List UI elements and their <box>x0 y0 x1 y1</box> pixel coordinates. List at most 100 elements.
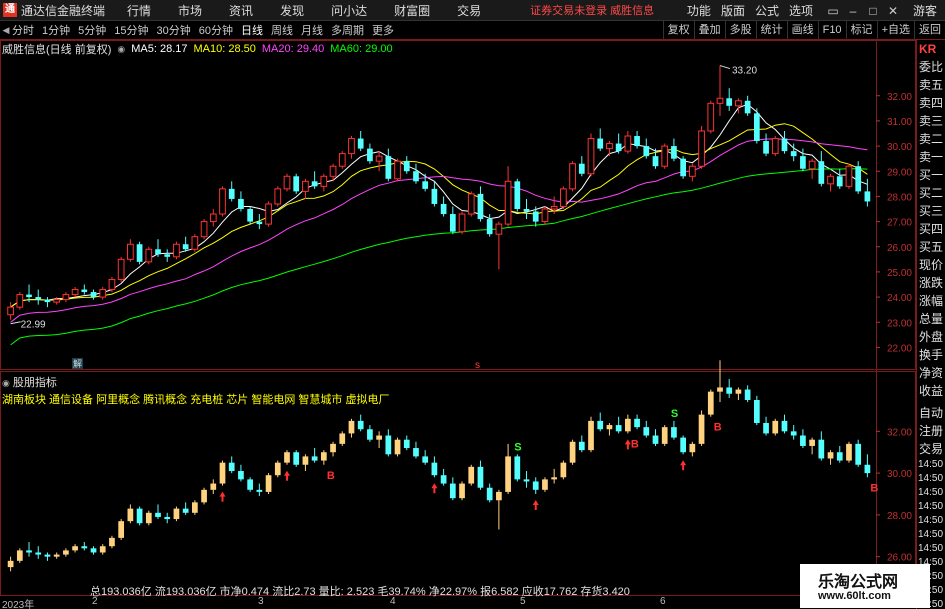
multi-stock-button[interactable]: 多股 <box>724 21 756 40</box>
y-tick-label: 26.00 <box>887 243 912 254</box>
panel-turnover: 换手 <box>919 348 944 362</box>
period-daily[interactable]: 日线 <box>241 22 263 38</box>
menu-item-market[interactable]: 市场 <box>178 2 202 19</box>
candle-body-up <box>375 155 383 162</box>
menu-item-assistant[interactable]: 问小达 <box>331 2 367 19</box>
indicator-title[interactable]: 股朋指标 <box>13 377 57 389</box>
minimize-icon[interactable]: – <box>843 4 863 18</box>
title-bar: 通 通达信金融终端 行情 市场 资讯 发现 问小达 财富圈 交易 证券交易未登录… <box>0 0 945 21</box>
back-button[interactable]: 返回 <box>914 21 945 40</box>
sub-candle-up <box>274 462 281 476</box>
draw-line-button[interactable]: 画线 <box>786 21 818 40</box>
panel-change: 涨跌 <box>919 276 944 290</box>
menu-item-quotes[interactable]: 行情 <box>127 2 151 19</box>
stats-button[interactable]: 统计 <box>755 21 787 40</box>
period-monthly[interactable]: 月线 <box>301 22 323 38</box>
candle-body-up <box>624 135 632 152</box>
candle-body-up <box>467 193 475 215</box>
candle-body-up <box>707 102 715 132</box>
candle-body-down <box>413 171 419 182</box>
period-30min[interactable]: 30分钟 <box>157 22 191 38</box>
restore-window-icon[interactable]: ▭ <box>823 4 843 18</box>
mark-button[interactable]: 标记 <box>845 21 877 40</box>
panel-auto[interactable]: 自动 <box>917 404 945 422</box>
guest-login[interactable]: 游客 <box>913 2 937 19</box>
menu-item-news[interactable]: 资讯 <box>229 2 253 19</box>
candle-body-up <box>53 299 61 303</box>
candle-body-down <box>367 148 373 162</box>
panel-trade[interactable]: 交易 <box>917 440 945 458</box>
candle-body-down <box>477 193 484 220</box>
unlock-marker: 解 <box>73 358 82 369</box>
app-logo-icon: 通 <box>3 3 17 17</box>
watermark-url: www.60lt.com <box>818 590 891 602</box>
candle-body-down <box>514 181 521 209</box>
period-more[interactable]: 更多 <box>372 22 394 38</box>
tick-time: 14:50 <box>918 501 944 512</box>
panel-change-pct: 涨幅 <box>919 294 944 308</box>
period-multi[interactable]: 多周期 <box>331 22 364 38</box>
close-icon[interactable]: ✕ <box>883 4 903 18</box>
menu-item-discover[interactable]: 发现 <box>280 2 304 19</box>
sub-candle-down <box>413 448 419 457</box>
candle-body-up <box>117 258 125 280</box>
date-label-mar: 3 <box>258 596 264 607</box>
overlay-button[interactable]: 叠加 <box>693 21 725 40</box>
period-5min[interactable]: 5分钟 <box>78 22 106 38</box>
sub-candle-down <box>726 387 733 394</box>
buy-arrow-icon <box>219 491 226 502</box>
panel-earnings: 收益 <box>919 384 944 398</box>
menu-item-formula[interactable]: 公式 <box>755 2 779 19</box>
indicator-toggle-icon[interactable]: ◉ <box>2 378 10 388</box>
sub-candle-down <box>164 516 171 520</box>
candle-body-down <box>403 161 410 172</box>
period-weekly[interactable]: 周线 <box>271 22 293 38</box>
candle-body-up <box>808 160 816 170</box>
date-label-apr: 4 <box>390 596 396 607</box>
menu-item-trade[interactable]: 交易 <box>457 2 481 19</box>
candle-body-up <box>541 208 549 223</box>
login-notice[interactable]: 证券交易未登录 威胜信息 <box>530 2 654 18</box>
menu-item-wealth[interactable]: 财富圈 <box>394 2 430 19</box>
period-intraday[interactable]: 分时 <box>12 22 34 38</box>
panel-kr[interactable]: KR <box>917 40 945 58</box>
candle-body-down <box>385 156 392 179</box>
sub-candle-up <box>339 433 346 444</box>
period-15min[interactable]: 15分钟 <box>114 22 148 38</box>
sub-candle-up <box>542 479 548 490</box>
low-label: 22.99 <box>21 320 46 331</box>
menu-item-function[interactable]: 功能 <box>687 2 711 19</box>
sub-candle-down <box>744 389 751 400</box>
watermark: 乐淘公式网 www.60lt.com <box>800 564 930 608</box>
adjust-button[interactable]: 复权 <box>662 21 694 40</box>
f10-button[interactable]: F10 <box>817 21 846 40</box>
ma-toggle-icon[interactable]: ◉ <box>117 44 125 55</box>
candle-body-up <box>771 138 779 155</box>
panel-register[interactable]: 注册 <box>917 422 945 440</box>
candle-body-up <box>504 180 512 225</box>
sub-candle-down <box>256 489 263 492</box>
main-marks: 33.20 22.99 解 s <box>10 65 757 371</box>
sub-candle-up <box>772 420 779 434</box>
collapse-arrow-icon[interactable]: ◀ <box>0 25 12 36</box>
add-watchlist-button[interactable]: +自选 <box>876 21 914 40</box>
sub-candle-up <box>606 425 613 430</box>
sub-candle-up <box>505 456 511 492</box>
candle-body-up <box>265 203 272 225</box>
candle-body-down <box>800 156 806 169</box>
maximize-icon[interactable]: □ <box>863 4 883 18</box>
menu-item-options[interactable]: 选项 <box>789 2 813 19</box>
sub-candle-down <box>634 418 640 428</box>
sub-candle-up <box>809 439 815 446</box>
panel-buy3: 买三 <box>919 204 944 218</box>
chart-canvas[interactable]: 32.00 31.00 30.00 29.00 28.00 27.00 26.00 25.00… <box>0 40 916 609</box>
sub-candle-up <box>569 441 576 463</box>
candle-body-down <box>449 214 456 232</box>
period-60min[interactable]: 60分钟 <box>199 22 233 38</box>
candle-body-up <box>329 165 337 177</box>
sub-y-tick-label: 30.00 <box>887 469 912 480</box>
period-1min[interactable]: 1分钟 <box>42 22 70 38</box>
menu-item-layout[interactable]: 版面 <box>721 2 745 19</box>
y-tick-label: 23.00 <box>887 318 912 329</box>
candle-body-up <box>827 175 834 185</box>
